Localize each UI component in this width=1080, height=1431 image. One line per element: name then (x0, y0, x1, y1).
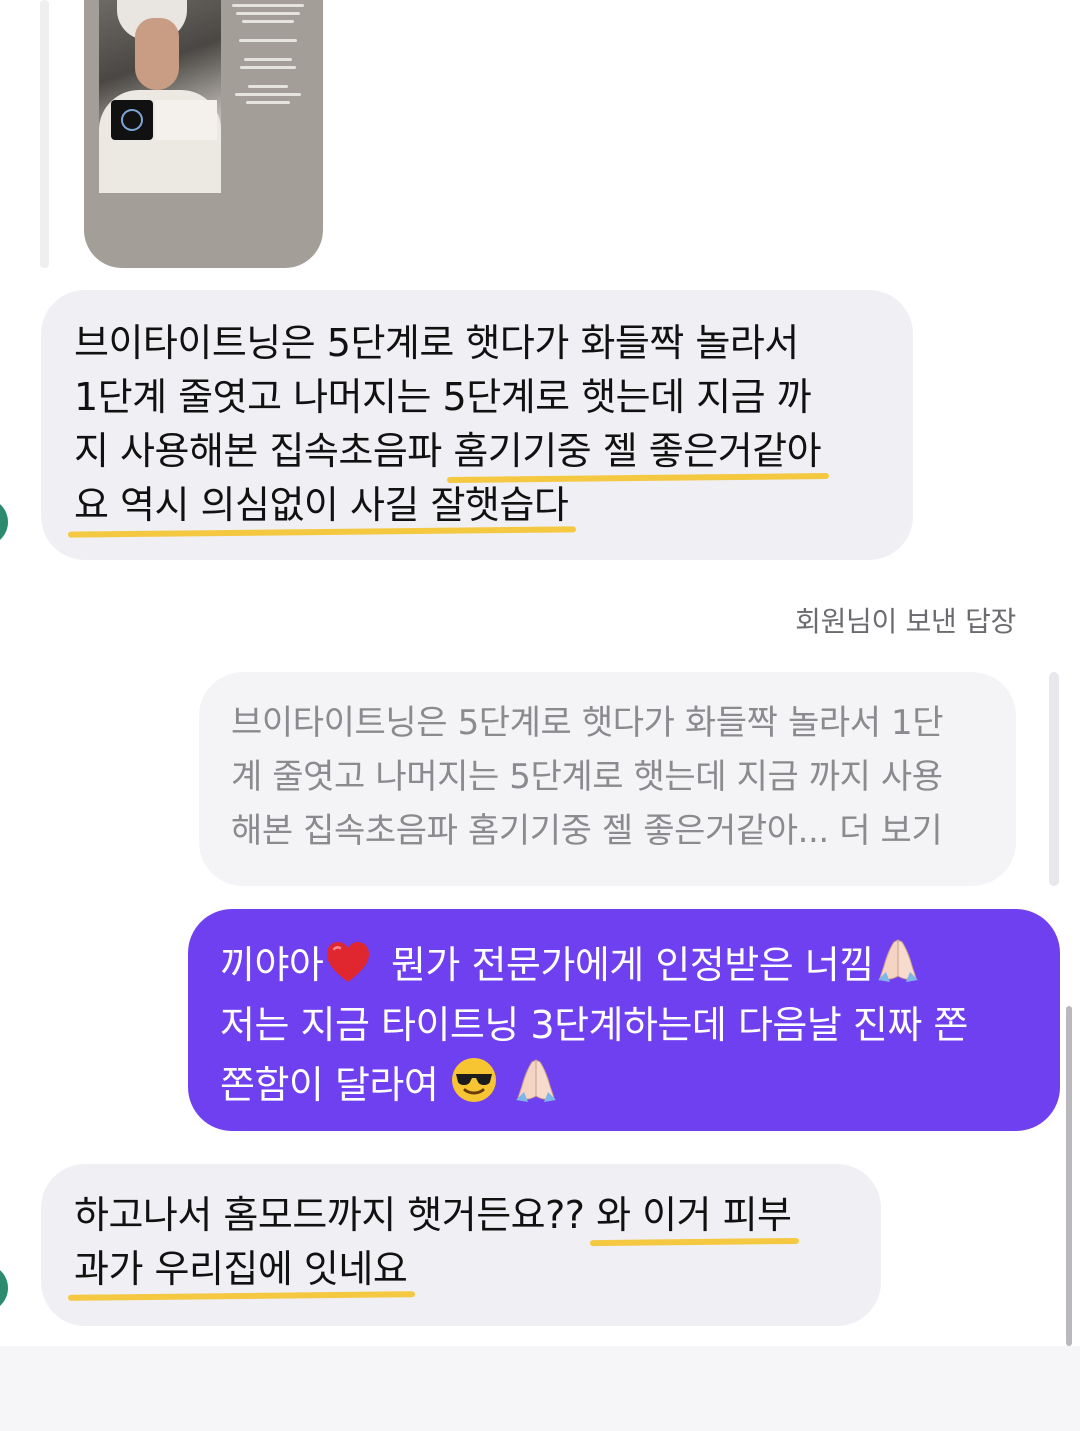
folded-hands-icon (874, 936, 922, 984)
highlighted-text: 홈기기중 젤 좋은거같아 (453, 429, 822, 473)
message-text: 쫀함이 달라여 (220, 1063, 450, 1107)
message-text: 끼야아 (220, 943, 324, 987)
highlighted-text: 과가 우리집에 잇네요 (74, 1247, 408, 1291)
quoted-text-line: 계 줄엿고 나머지는 5단계로 햇는데 지금 까지 사용 (231, 757, 943, 797)
dm-thread: 브이타이트닝은 5단계로 햇다가 화들짝 놀라서 1단계 줄엿고 나머지는 5단… (0, 0, 1080, 1431)
shared-story-preview[interactable] (84, 0, 323, 268)
avatar[interactable] (0, 1264, 8, 1312)
message-text-line: 지 사용해본 집속초음파 (74, 429, 454, 473)
message-text-line: 브이타이트닝은 5단계로 햇다가 화들짝 놀라서 (74, 321, 799, 365)
device-screen-image (111, 100, 153, 140)
story-reply-rule (40, 0, 49, 268)
story-note-image (155, 100, 217, 140)
message-bubble-received[interactable]: 하고나서 홈모드까지 햇거든요?? 와 이거 피부 과가 우리집에 잇네요 (41, 1164, 881, 1326)
composer-area[interactable] (0, 1346, 1080, 1431)
quote-rule (1049, 672, 1059, 886)
message-bubble-sent[interactable]: 끼야아 뭔가 전문가에게 인정받은 너낌 저는 지금 타이트닝 3단계하는데 다… (188, 909, 1060, 1131)
highlighted-text: 요 역시 의심없이 사길 잘햇습다 (74, 483, 569, 527)
quoted-text-line: 해본 집속초음파 홈기기중 젤 좋은거같아... 더 보기 (231, 811, 943, 851)
story-caption-text-image (230, 4, 306, 109)
scrollbar[interactable] (1066, 1006, 1072, 1346)
message-text: 하고나서 홈모드까지 햇거든요?? (74, 1193, 597, 1237)
avatar[interactable] (0, 498, 8, 546)
quoted-message[interactable]: 브이타이트닝은 5단계로 햇다가 화들짝 놀라서 1단 계 줄엿고 나머지는 5… (199, 672, 1016, 886)
message-text: 뭔가 전문가에게 인정받은 너낌 (379, 943, 874, 987)
story-photo (99, 0, 221, 193)
red-heart-icon (325, 940, 371, 984)
message-text: 저는 지금 타이트닝 3단계하는데 다음날 진짜 쫀 (220, 1003, 968, 1047)
message-bubble-received[interactable]: 브이타이트닝은 5단계로 햇다가 화들짝 놀라서 1단계 줄엿고 나머지는 5단… (41, 290, 913, 560)
message-text-line: 1단계 줄엿고 나머지는 5단계로 햇는데 지금 까 (74, 375, 812, 419)
highlighted-text: 와 이거 피부 (596, 1193, 792, 1237)
folded-hands-icon (512, 1056, 560, 1104)
smiling-face-with-sunglasses-icon (450, 1056, 498, 1104)
quoted-text-line: 브이타이트닝은 5단계로 햇다가 화들짝 놀라서 1단 (231, 703, 944, 743)
reply-label: 회원님이 보낸 답장 (795, 605, 1016, 638)
